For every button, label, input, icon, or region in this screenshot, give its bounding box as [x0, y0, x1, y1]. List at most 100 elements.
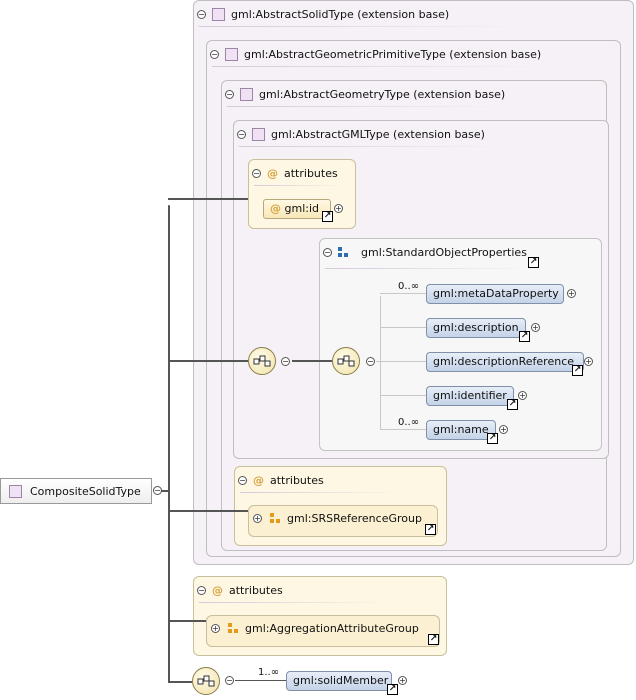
extension-header-abstract-gml[interactable]: − gml:AbstractGMLType (extension base)	[237, 128, 485, 141]
link-icon[interactable]: ↗	[572, 365, 583, 376]
tree-line	[380, 395, 426, 396]
header-divider	[254, 185, 344, 186]
complex-type-icon	[212, 8, 225, 21]
attribute-group-aggregation[interactable]: + gml:AggregationAttributeGroup	[211, 622, 419, 635]
collapse-icon[interactable]: −	[197, 586, 206, 595]
expand-icon[interactable]: +	[499, 425, 508, 434]
tree-line	[380, 293, 426, 294]
collapse-icon[interactable]: −	[225, 676, 234, 685]
link-icon[interactable]: ↗	[487, 433, 498, 444]
link-icon[interactable]: ↗	[507, 399, 518, 410]
expand-icon[interactable]: +	[398, 676, 407, 685]
expand-icon[interactable]: +	[567, 289, 576, 298]
element-description-reference[interactable]: gml:descriptionReference	[426, 352, 584, 372]
expand-icon[interactable]: +	[518, 391, 527, 400]
extension-header-abstract-solid[interactable]: − gml:AbstractSolidType (extension base)	[197, 8, 449, 21]
expand-icon[interactable]: +	[334, 204, 343, 213]
root-complex-type[interactable]: CompositeSolidType	[0, 478, 152, 504]
collapse-icon[interactable]: −	[252, 169, 261, 178]
cardinality-label: 0..∞	[398, 417, 420, 428]
header-divider	[239, 146, 509, 147]
attributes-title: attributes	[284, 167, 338, 180]
collapse-icon[interactable]: −	[238, 476, 247, 485]
collapse-icon[interactable]: −	[210, 50, 219, 59]
attribute-icon: @	[270, 202, 281, 215]
group-header[interactable]: − gml:StandardObjectProperties	[323, 246, 527, 259]
header-divider	[212, 66, 552, 67]
link-icon[interactable]: ↗	[428, 634, 439, 645]
attribute-icon: @	[253, 474, 264, 487]
collapse-icon[interactable]: −	[197, 10, 206, 19]
attribute-gml-id[interactable]: @ gml:id	[263, 199, 331, 219]
attributes-title: attributes	[229, 584, 283, 597]
expand-icon[interactable]: +	[253, 514, 262, 523]
attributes-header[interactable]: − @ attributes	[252, 167, 338, 180]
element-name[interactable]: gml:name	[426, 420, 496, 440]
connector-line	[235, 680, 286, 681]
complex-type-icon	[252, 128, 265, 141]
root-type-label: CompositeSolidType	[30, 484, 141, 498]
attribute-group-icon	[270, 513, 281, 524]
attribute-icon: @	[267, 167, 278, 180]
cardinality-label: 0..∞	[398, 281, 420, 292]
sequence-icon	[197, 675, 215, 687]
link-icon[interactable]: ↗	[528, 257, 539, 268]
header-divider	[240, 492, 400, 493]
sequence-icon	[253, 355, 271, 367]
complex-type-icon	[9, 484, 22, 498]
attribute-group-icon	[228, 623, 239, 634]
connector-line	[168, 620, 206, 622]
connector-line	[168, 681, 192, 683]
sequence-icon	[337, 355, 355, 367]
expand-icon[interactable]: +	[211, 624, 220, 633]
tree-line	[380, 429, 426, 430]
header-divider	[199, 602, 389, 603]
extension-label: gml:AbstractGeometricPrimitiveType (exte…	[244, 48, 542, 61]
element-meta-data-property[interactable]: gml:metaDataProperty	[426, 284, 564, 304]
group-title: gml:StandardObjectProperties	[361, 246, 527, 259]
header-divider	[325, 268, 535, 269]
collapse-icon[interactable]: −	[366, 357, 375, 366]
complex-type-icon	[225, 48, 238, 61]
cardinality-label: 1..∞	[258, 667, 280, 678]
attribute-group-label: gml:SRSReferenceGroup	[287, 512, 422, 525]
link-icon[interactable]: ↗	[425, 524, 436, 535]
sequence-compositor[interactable]	[192, 667, 220, 695]
element-description[interactable]: gml:description	[426, 318, 526, 338]
attribute-label: gml:id	[284, 202, 320, 215]
collapse-icon[interactable]: −	[153, 486, 162, 495]
collapse-icon[interactable]: −	[323, 248, 332, 257]
connector-line	[168, 360, 248, 362]
sequence-compositor[interactable]	[248, 347, 276, 375]
attributes-header[interactable]: − @ attributes	[238, 474, 324, 487]
model-group-icon	[338, 247, 349, 258]
connector-line	[292, 360, 332, 362]
tree-line	[376, 361, 382, 362]
sequence-compositor[interactable]	[332, 347, 360, 375]
extension-header-abstract-geometry[interactable]: − gml:AbstractGeometryType (extension ba…	[225, 88, 505, 101]
extension-header-geometric-primitive[interactable]: − gml:AbstractGeometricPrimitiveType (ex…	[210, 48, 541, 61]
element-identifier[interactable]: gml:identifier	[426, 386, 514, 406]
link-icon[interactable]: ↗	[387, 684, 398, 695]
collapse-icon[interactable]: −	[225, 90, 234, 99]
expand-icon[interactable]: +	[584, 357, 593, 366]
element-solid-member[interactable]: gml:solidMember	[286, 671, 392, 691]
link-icon[interactable]: ↗	[519, 331, 530, 342]
tree-line	[380, 361, 426, 362]
collapse-icon[interactable]: −	[237, 130, 246, 139]
tree-line	[380, 327, 426, 328]
connector-line	[168, 510, 248, 512]
link-icon[interactable]: ↗	[322, 211, 333, 222]
extension-label: gml:AbstractGeometryType (extension base…	[259, 88, 506, 101]
attributes-header[interactable]: − @ attributes	[197, 584, 283, 597]
attribute-group-label: gml:AggregationAttributeGroup	[245, 622, 419, 635]
header-divider	[199, 26, 529, 27]
complex-type-icon	[240, 88, 253, 101]
attributes-title: attributes	[270, 474, 324, 487]
connector-line	[168, 198, 248, 200]
header-divider	[227, 106, 507, 107]
expand-icon[interactable]: +	[531, 323, 540, 332]
attribute-group-srs-reference[interactable]: + gml:SRSReferenceGroup	[253, 512, 422, 525]
attribute-icon: @	[212, 584, 223, 597]
collapse-icon[interactable]: −	[281, 357, 290, 366]
